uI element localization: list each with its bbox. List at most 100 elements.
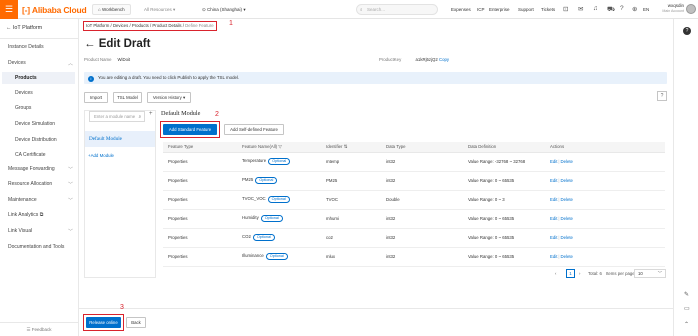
nav-support[interactable]: Support — [518, 7, 534, 12]
divider — [0, 38, 78, 39]
draft-notice: i You are editing a draft. You need to c… — [84, 72, 667, 84]
breadcrumb-product-details[interactable]: Product Details — [152, 23, 181, 28]
nav-tickets[interactable]: Tickets — [541, 7, 555, 12]
nav-expenses[interactable]: Expenses — [451, 7, 471, 12]
col-feature-name[interactable]: Feature Name(All) ▽ — [237, 142, 321, 153]
delete-link[interactable]: Delete — [561, 159, 573, 164]
back-arrow-icon[interactable]: ← — [84, 38, 96, 50]
identifier-cell: PM25 — [321, 171, 381, 191]
actions-cell: Edit|Delete — [545, 209, 665, 229]
table-row: Properties CO2 Optional co2 int32 Value R… — [163, 228, 665, 248]
delete-link[interactable]: Delete — [561, 197, 573, 202]
import-button[interactable]: Import — [84, 92, 108, 103]
back-button[interactable]: Back — [126, 317, 146, 328]
delete-link[interactable]: Delete — [561, 216, 573, 221]
sidebar-item-resource-allocation[interactable]: Resource Allocation ﹀ — [8, 181, 73, 188]
user-info[interactable]: wxqsdin Main Account — [660, 3, 684, 14]
cloud-shell-icon[interactable]: ⊡ — [563, 5, 568, 13]
filter-icon[interactable]: ▽ — [278, 144, 281, 149]
edit-link[interactable]: Edit — [550, 178, 557, 183]
items-per-page-select[interactable]: 10 ﹀ — [634, 269, 666, 278]
version-history-dropdown[interactable]: Version History ▾ — [147, 92, 191, 103]
chevron-up-icon: ︿ — [67, 61, 73, 67]
breadcrumb: IoT Platform / Devices / Products / Prod… — [83, 21, 217, 31]
sidebar-item-maintenance[interactable]: Maintenance ﹀ — [8, 197, 73, 204]
feedback-button[interactable]: ☰ Feedback — [0, 322, 78, 336]
table-row: Properties Temperature Optional mtemp int… — [163, 152, 665, 172]
actions-cell: Edit|Delete — [545, 190, 665, 210]
region-selector[interactable]: ⊙ China (Shanghai) ▾ — [196, 4, 252, 15]
edit-icon[interactable]: ✎ — [684, 291, 689, 298]
back-to-iot-platform[interactable]: ← IoT Platform — [6, 25, 42, 31]
edit-link[interactable]: Edit — [550, 254, 557, 259]
edit-link[interactable]: Edit — [550, 235, 557, 240]
sidebar-item-ca-certificate[interactable]: CA Certificate — [15, 152, 46, 158]
help-button[interactable]: ? — [657, 91, 667, 101]
feature-type-cell: Properties — [163, 209, 237, 229]
sidebar-item-devices[interactable]: Devices — [15, 90, 33, 96]
delete-link[interactable]: Delete — [561, 178, 573, 183]
scroll-top-icon[interactable]: ⌃ — [684, 321, 689, 328]
data-definition-cell: Value Range: 0 ~ 65535 — [463, 171, 545, 191]
sidebar-item-instance-details[interactable]: Instance Details — [8, 44, 44, 50]
sidebar-item-link-analytics[interactable]: Link Analytics ⧉ — [8, 212, 43, 218]
chevron-down-icon: ﹀ — [67, 182, 73, 188]
all-resources-dropdown[interactable]: All Resources ▾ — [138, 4, 181, 15]
sidebar-item-devices-group[interactable]: Devices ︿ — [8, 60, 73, 67]
prev-page-icon[interactable]: ‹ — [555, 271, 556, 276]
sidebar-item-device-simulation[interactable]: Device Simulation — [15, 121, 55, 127]
breadcrumb-iot-platform[interactable]: IoT Platform — [86, 23, 109, 28]
identifier-cell: co2 — [321, 228, 381, 248]
main-content: IoT Platform / Devices / Products / Prod… — [79, 19, 673, 336]
sidebar-item-link-visual[interactable]: Link Visual ﹀ — [8, 228, 73, 235]
add-module-link[interactable]: +Add Module — [88, 153, 114, 158]
data-definition-cell: Value Range: 0 ~ 65535 — [463, 228, 545, 248]
tsl-model-button[interactable]: TSL Model — [113, 92, 142, 103]
feature-panel: Default Module 2 Add Standard Feature Ad… — [157, 110, 667, 278]
sidebar-item-device-distribution[interactable]: Device Distribution — [15, 137, 57, 143]
globe-icon[interactable]: ⊕ — [632, 5, 637, 13]
chat-icon[interactable]: ▭ — [684, 305, 690, 312]
notification-bell-icon[interactable]: ♫ — [593, 5, 598, 12]
next-page-icon[interactable]: › — [579, 271, 580, 276]
col-data-type: Data Type — [381, 142, 463, 153]
language-switch[interactable]: EN — [643, 7, 649, 12]
sidebar-item-documentation-tools[interactable]: Documentation and Tools — [8, 244, 64, 250]
col-identifier[interactable]: Identifier ⇅ — [321, 142, 381, 153]
add-module-icon[interactable]: + — [149, 111, 153, 117]
sidebar-item-message-forwarding[interactable]: Message Forwarding ﹀ — [8, 166, 73, 173]
module-search-input[interactable]: Enter a module name ⌕ — [89, 111, 145, 122]
add-self-defined-feature-button[interactable]: Add Self-defined Feature — [224, 124, 284, 135]
feature-type-cell: Properties — [163, 228, 237, 248]
edit-link[interactable]: Edit — [550, 197, 557, 202]
help-circle-icon[interactable]: ? — [683, 27, 691, 35]
help-icon[interactable]: ? — [620, 5, 624, 12]
breadcrumb-devices[interactable]: Devices — [113, 23, 128, 28]
page-number-current[interactable]: 1 — [566, 269, 575, 278]
table-row: Properties Illuminance Optional mlux int3… — [163, 247, 665, 267]
cart-icon[interactable]: ⛟ — [607, 5, 615, 14]
edit-link[interactable]: Edit — [550, 216, 557, 221]
sidebar-item-groups[interactable]: Groups — [15, 105, 31, 111]
sidebar-item-products[interactable]: Products — [2, 72, 75, 84]
feedback-icon: ☰ — [26, 327, 31, 332]
delete-link[interactable]: Delete — [561, 235, 573, 240]
feature-name-cell: Illuminance Optional — [237, 247, 321, 267]
add-standard-feature-button[interactable]: Add Standard Feature — [163, 124, 217, 135]
avatar[interactable] — [686, 4, 696, 14]
nav-icp[interactable]: ICP — [477, 7, 485, 12]
breadcrumb-products[interactable]: Products — [132, 23, 149, 28]
search-input[interactable]: ⌕ Search... — [356, 4, 438, 15]
module-item-default[interactable]: Default Module — [85, 131, 155, 147]
copy-link[interactable]: Copy — [439, 57, 449, 62]
nav-enterprise[interactable]: Enterprise — [489, 7, 510, 12]
alibaba-cloud-logo[interactable]: [-] Alibaba Cloud — [22, 5, 87, 15]
delete-link[interactable]: Delete — [561, 254, 573, 259]
menu-icon[interactable]: ☰ — [0, 0, 18, 19]
release-online-button[interactable]: Release online — [86, 317, 121, 328]
message-icon[interactable]: ✉ — [578, 5, 583, 13]
workbench-button[interactable]: ⌂ Workbench — [92, 4, 131, 15]
sort-icon[interactable]: ⇅ — [344, 144, 348, 149]
edit-link[interactable]: Edit — [550, 159, 557, 164]
feature-type-cell: Properties — [163, 171, 237, 191]
